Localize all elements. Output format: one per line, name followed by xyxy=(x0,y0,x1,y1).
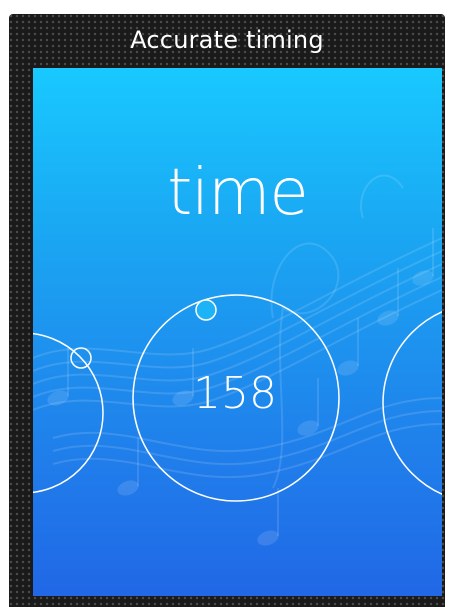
dial-center-handle[interactable] xyxy=(195,299,217,321)
caption-title: Accurate timing xyxy=(130,26,324,54)
dial-left[interactable] xyxy=(33,332,104,494)
dial-right[interactable] xyxy=(382,303,442,503)
app-frame: Accurate timing time 158 xyxy=(9,14,445,607)
dial-value: 158 xyxy=(193,368,277,419)
app-screen: time 158 xyxy=(33,68,442,596)
dial-carousel[interactable] xyxy=(33,68,442,596)
